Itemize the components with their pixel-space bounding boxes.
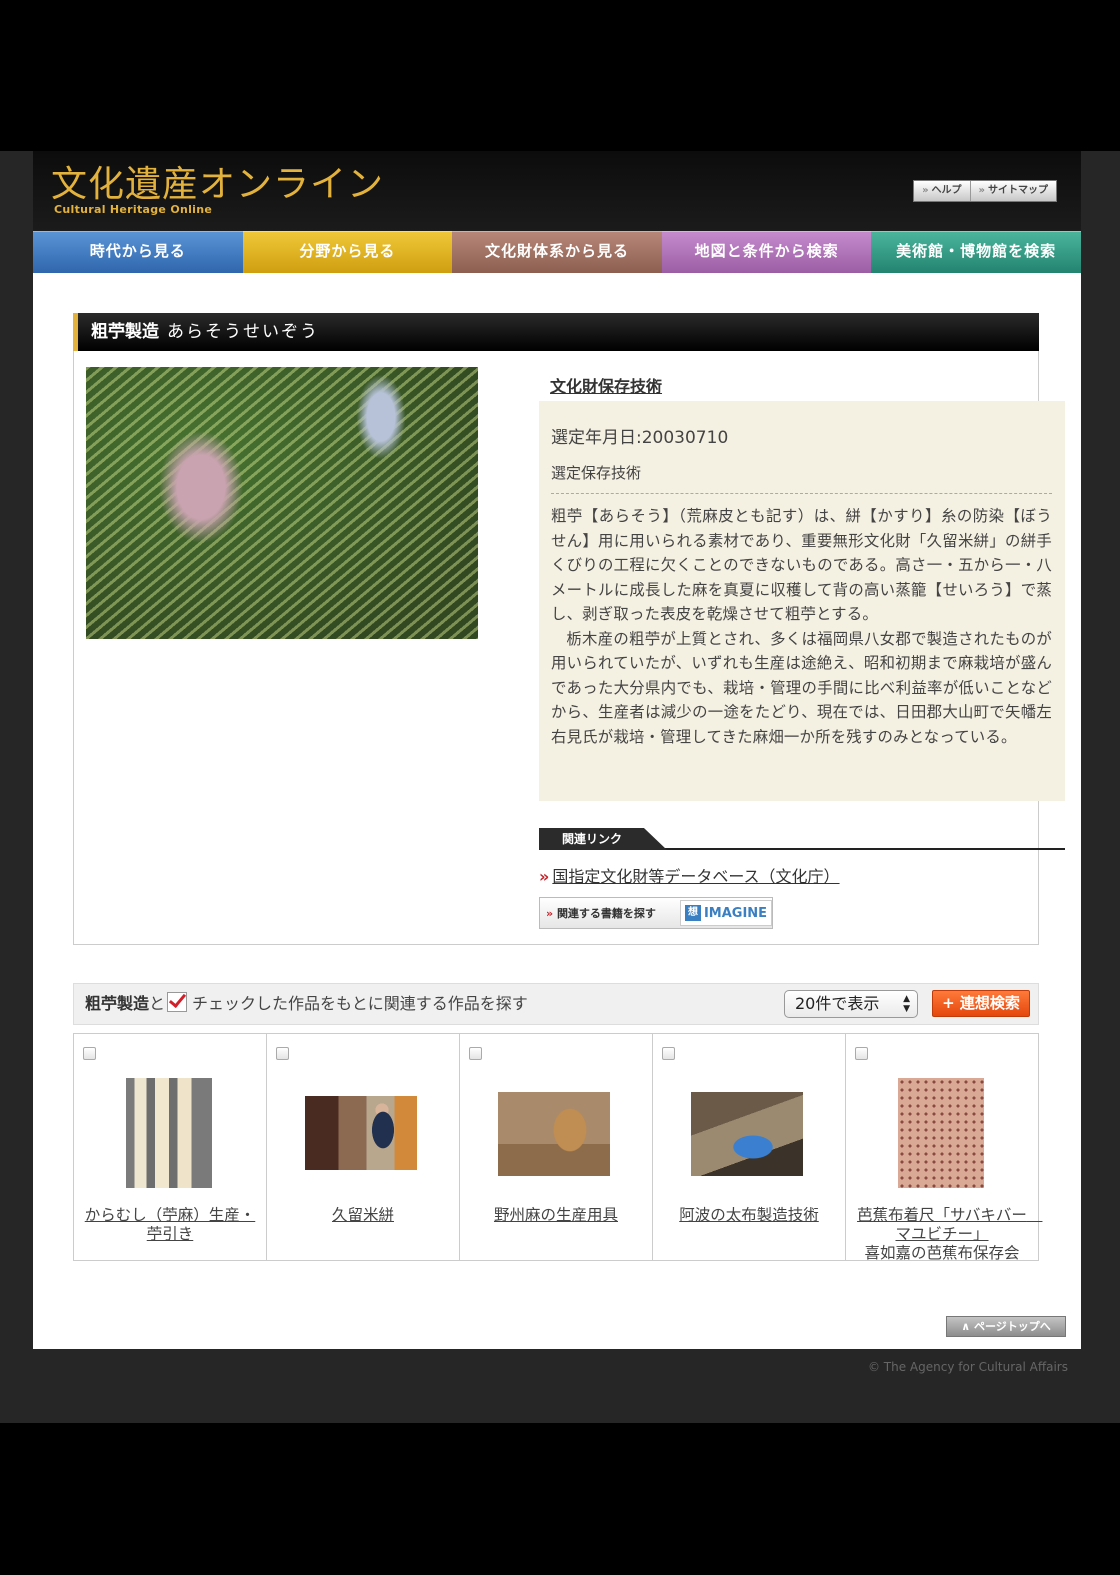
result-caption: 芭蕉布着尺「サバキバー マユビチー」 喜如嘉の芭蕉布保存会 [854,1206,1042,1263]
result-checkbox[interactable] [469,1047,482,1060]
nav-tab-museum[interactable]: 美術館・博物館を検索 [871,231,1081,275]
result-thumbnail[interactable] [498,1092,610,1176]
main-content: 粗苧製造 あらそうせいぞう 文化財保存技術 選定年月日:20030710 選定保存… [33,273,1081,1349]
info-panel: 選定年月日:20030710 選定保存技術 粗苧【あらそう】（荒麻皮とも記す）は… [539,401,1065,801]
imagine-logo: 想 IMAGINE [680,900,772,926]
result-thumbnail[interactable] [305,1096,417,1170]
page-title-reading: あらそうせいぞう [167,322,319,342]
result-subtitle: 喜如嘉の芭蕉布保存会 [864,1244,1020,1262]
imagine-label: » 関連する書籍を探す [540,905,678,921]
results-per-page-select[interactable]: 20件で表示 ▲ ▼ [784,990,918,1018]
page-top-button[interactable]: ∧ ページトップへ [946,1316,1066,1337]
sitemap-label: サイトマップ [988,185,1048,196]
help-link[interactable]: » ヘルプ [914,181,971,201]
utility-links: » ヘルプ » サイトマップ [913,180,1057,202]
select-value: 20件で表示 [795,994,880,1013]
category-link[interactable]: 文化財保存技術 [550,373,662,397]
result-checkbox[interactable] [855,1047,868,1060]
page-title: 粗苧製造 [91,322,159,342]
nav-tab-era[interactable]: 時代から見る [33,231,243,275]
database-link[interactable]: 国指定文化財等データベース（文化庁） [552,867,839,886]
double-chevron-icon: » [978,185,985,196]
site-logo[interactable]: 文化遺産オンライン [51,155,384,207]
related-link-item: » 国指定文化財等データベース（文化庁） [539,863,840,887]
result-card: 野州麻の生産用具 [460,1034,653,1260]
detail-box: 文化財保存技術 選定年月日:20030710 選定保存技術 粗苧【あらそう】（荒… [73,351,1065,945]
nav-tab-system[interactable]: 文化財体系から見る [452,231,662,275]
association-search-label-text: 連想検索 [959,994,1020,1012]
divider [551,493,1052,494]
result-title-link[interactable]: 芭蕉布着尺「サバキバー マユビチー」 [857,1206,1042,1243]
chevron-up-icon: ∧ [961,1320,974,1333]
imagine-mark-icon: 想 [684,905,701,921]
result-caption: 久留米絣 [275,1206,451,1225]
result-title-link[interactable]: からむし（苧麻）生産・苧引き [85,1206,256,1243]
result-card: 芭蕉布着尺「サバキバー マユビチー」 喜如嘉の芭蕉布保存会 [846,1034,1042,1263]
result-caption: からむし（苧麻）生産・苧引き [82,1206,258,1244]
related-works-grid: からむし（苧麻）生産・苧引き 久留米絣 野州麻の生産用具 阿波の太布製造技術 芭… [73,1033,1042,1263]
related-links-header: 関連リンク [539,828,1065,850]
nav-tab-field[interactable]: 分野から見る [242,231,453,275]
result-card: からむし（苧麻）生産・苧引き [74,1034,267,1260]
search-title: 粗苧製造 [85,994,150,1013]
sitemap-link[interactable]: » サイトマップ [971,181,1056,201]
double-chevron-icon: » [922,185,929,196]
association-search-label: 粗苧製造と チェックした作品をもとに関連する作品を探す [85,984,528,1024]
imagine-search-button[interactable]: » 関連する書籍を探す 想 IMAGINE [539,897,773,929]
description: 粗苧【あらそう】（荒麻皮とも記す）は、絣【かすり】糸の防染【ぼうせん】用に用いら… [551,504,1052,749]
description-paragraph: 栃木産の粗苧が上質とされ、多くは福岡県八女郡で製造されたものが用いられていたが、… [551,629,1052,746]
result-card: 久留米絣 [267,1034,460,1260]
select-arrows-icon: ▲ ▼ [903,994,910,1014]
double-chevron-icon: » [539,867,550,886]
designation-type: 選定保存技術 [551,464,642,482]
site-header: 文化遺産オンライン Cultural Heritage Online » ヘルプ … [33,151,1081,231]
help-label: ヘルプ [931,185,962,196]
result-thumbnail[interactable] [691,1092,803,1176]
double-chevron-icon: » [546,907,557,920]
related-links-heading: 関連リンク [539,828,667,850]
result-checkbox[interactable] [276,1047,289,1060]
result-thumbnail[interactable] [126,1078,212,1188]
global-nav: 時代から見る 分野から見る 文化財体系から見る 地図と条件から検索 美術館・博物… [33,231,1081,275]
result-checkbox[interactable] [83,1047,96,1060]
result-card: 阿波の太布製造技術 [653,1034,846,1260]
result-title-link[interactable]: 野州麻の生産用具 [494,1206,618,1224]
main-photo[interactable] [86,367,478,639]
site-logo-en: Cultural Heritage Online [54,203,213,216]
imagine-label-text: 関連する書籍を探す [556,907,656,920]
result-checkbox[interactable] [662,1047,675,1060]
page-top-label: ページトップへ [973,1320,1051,1333]
copyright: © The Agency for Cultural Affairs [867,1360,1068,1374]
association-search-button[interactable]: + 連想検索 [932,990,1030,1017]
selected-date: 選定年月日:20030710 [551,428,729,448]
result-title-link[interactable]: 久留米絣 [332,1206,394,1224]
result-caption: 阿波の太布製造技術 [661,1206,837,1225]
search-text-rest: チェックした作品をもとに関連する作品を探す [192,994,528,1013]
plus-icon: + [942,994,960,1012]
description-paragraph: 粗苧【あらそう】（荒麻皮とも記す）は、絣【かすり】糸の防染【ぼうせん】用に用いら… [551,507,1052,623]
nav-tab-map[interactable]: 地図と条件から検索 [661,231,872,275]
page-title-bar: 粗苧製造 あらそうせいぞう [73,313,1039,351]
association-search-bar: 粗苧製造と チェックした作品をもとに関連する作品を探す 20件で表示 ▲ ▼ + 連… [73,983,1039,1025]
imagine-logo-text: IMAGINE [703,905,768,921]
result-title-link[interactable]: 阿波の太布製造技術 [679,1206,819,1224]
search-text-to: と [149,994,166,1013]
result-caption: 野州麻の生産用具 [468,1206,644,1225]
result-thumbnail[interactable] [898,1078,984,1188]
checkmark-icon [167,992,188,1012]
